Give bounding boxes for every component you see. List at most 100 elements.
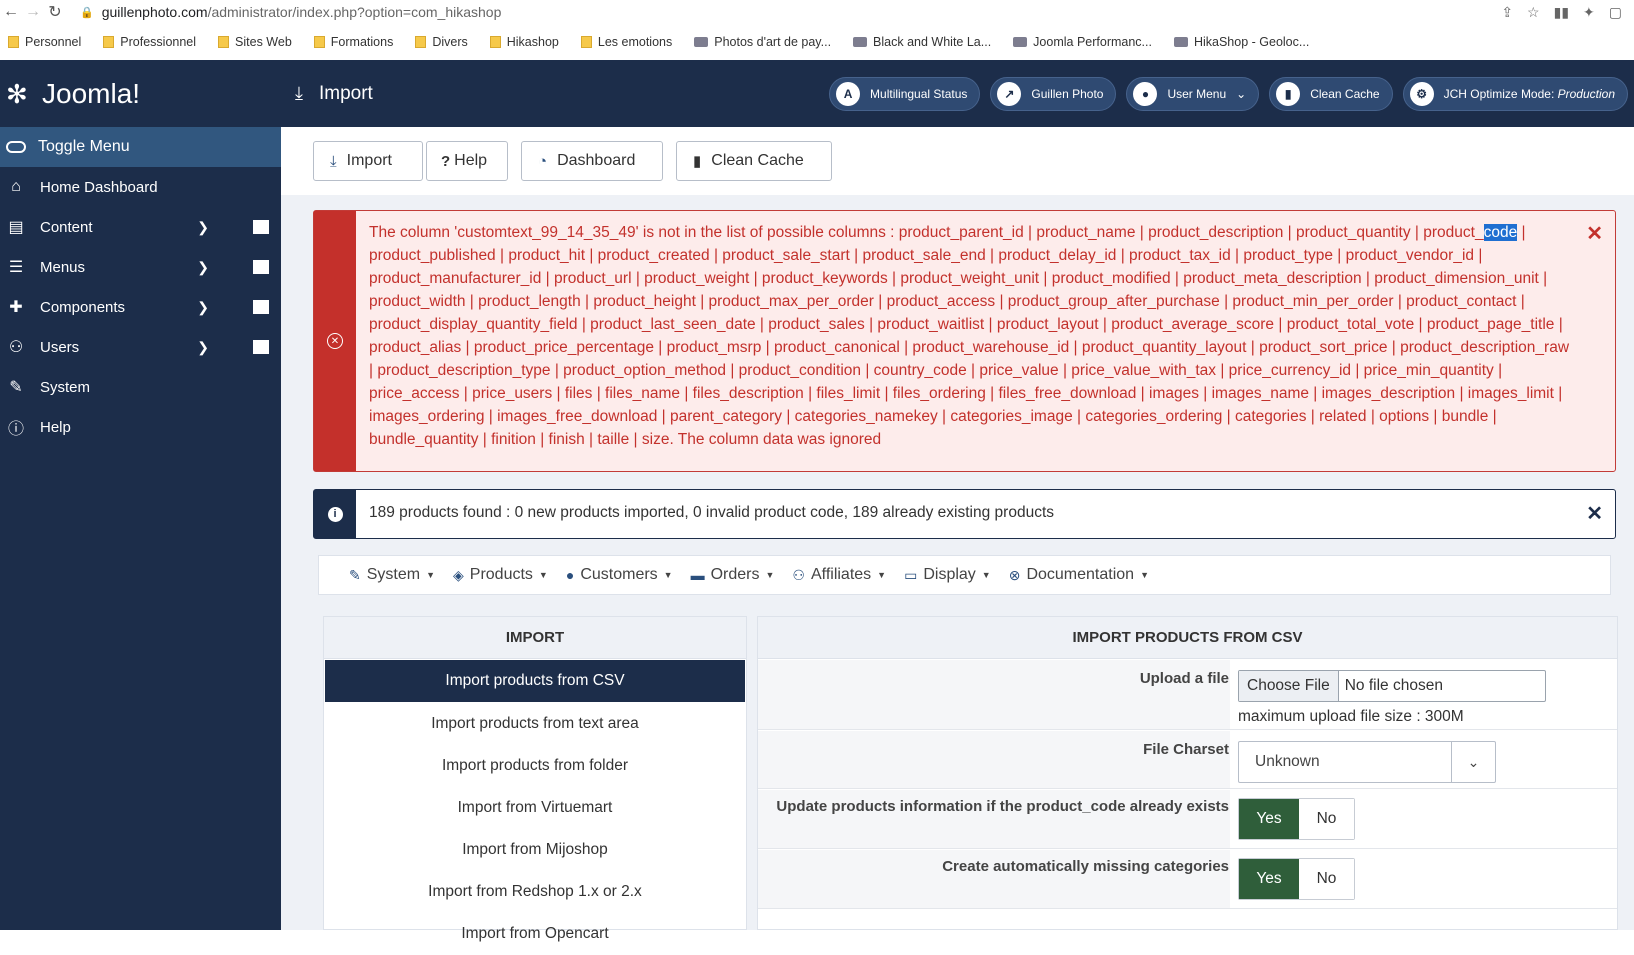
sidebar-item-label: Content: [40, 218, 93, 236]
toggle-menu-button[interactable]: Toggle Menu: [0, 127, 281, 167]
import-option[interactable]: Import products from text area: [324, 703, 746, 745]
close-info-icon[interactable]: ✕: [1586, 501, 1603, 526]
chevron-right-icon[interactable]: ❯: [197, 259, 209, 276]
joomla-logo[interactable]: ✻ Joomla!: [0, 60, 281, 127]
back-icon[interactable]: ←: [0, 3, 22, 21]
question-icon: ?: [441, 152, 451, 170]
clean-cache-button[interactable]: ▮ Clean Cache: [676, 141, 832, 181]
dashboard-icon: ◔: [538, 152, 548, 170]
close-error-icon[interactable]: ✕: [1586, 221, 1603, 246]
sidebar-item-label: Menus: [40, 258, 86, 276]
info-alert: i 189 products found : 0 new products im…: [313, 489, 1616, 539]
import-option[interactable]: Import products from folder: [324, 745, 746, 787]
user-menu-button[interactable]: ● User Menu ⌄: [1126, 76, 1260, 111]
sidebar-item-label: System: [40, 378, 91, 396]
bookmark-item[interactable]: Joomla Performanc...: [1013, 35, 1152, 49]
create-categories-no[interactable]: No: [1299, 859, 1354, 899]
help-label: Help: [454, 152, 488, 169]
star-icon[interactable]: ☆: [1527, 4, 1540, 21]
share-icon[interactable]: ⇪: [1501, 4, 1513, 21]
sidebar-item-components[interactable]: ✚ Components ❯: [0, 287, 281, 327]
sidebar-item-users[interactable]: ⚇ Users ❯: [0, 327, 281, 367]
clean-cache-header-button[interactable]: ▮ Clean Cache: [1269, 76, 1393, 111]
bookmark-item[interactable]: Hikashop: [489, 35, 559, 49]
menu-customers[interactable]: ● Customers ▼: [566, 566, 673, 584]
bookmark-item[interactable]: Formations: [313, 35, 394, 49]
bookmark-label: Hikashop: [506, 35, 559, 49]
import-option[interactable]: Import products from CSV: [325, 660, 745, 702]
extension-icon[interactable]: ▮▮: [1554, 4, 1569, 21]
jch-label: JCH Optimize Mode:: [1443, 86, 1558, 101]
guillen-photo-button[interactable]: ↗ Guillen Photo: [990, 76, 1117, 111]
dashboard-grid-icon[interactable]: [253, 260, 269, 274]
menu-documentation[interactable]: ⊗ Documentation ▼: [1009, 566, 1149, 584]
logo-text: Joomla!: [42, 77, 141, 109]
trash-icon: ▮: [1276, 81, 1301, 106]
update-toggle[interactable]: Yes No: [1238, 798, 1355, 840]
charset-label: File Charset: [1143, 741, 1229, 758]
import-option[interactable]: Import from Virtuemart: [324, 787, 746, 829]
choose-file-button[interactable]: Choose File: [1239, 671, 1339, 701]
folder-icon: [489, 36, 501, 48]
dashboard-grid-icon[interactable]: [253, 340, 269, 354]
caret-down-icon: ▼: [663, 570, 673, 580]
chevron-right-icon[interactable]: ❯: [197, 299, 209, 316]
chevron-right-icon[interactable]: ❯: [197, 219, 209, 236]
folder-icon: [313, 36, 325, 48]
update-yes[interactable]: Yes: [1239, 799, 1299, 839]
bookmark-item[interactable]: Les emotions: [580, 35, 672, 49]
bookmark-item[interactable]: Sites Web: [218, 35, 292, 49]
help-button[interactable]: ? Help: [426, 141, 508, 181]
menu-products[interactable]: ◈ Products ▼: [453, 566, 548, 584]
import-option[interactable]: Import from Opencart: [324, 913, 746, 955]
dashboard-grid-icon[interactable]: [253, 220, 269, 234]
chevron-right-icon[interactable]: ❯: [197, 339, 209, 356]
menu-label: System: [366, 566, 421, 583]
sidebar-item-content[interactable]: ▤ Content ❯: [0, 207, 281, 247]
menu-system[interactable]: ✎ System ▼: [349, 566, 435, 584]
menu-orders[interactable]: ▬ Orders ▼: [691, 566, 775, 584]
file-icon: ▤: [8, 219, 24, 236]
menu-affiliates[interactable]: ⚇ Affiliates ▼: [792, 566, 886, 584]
menu-label: Documentation: [1026, 566, 1135, 583]
bookmark-item[interactable]: Photos d'art de pay...: [694, 35, 831, 49]
list-icon: ☰: [8, 259, 24, 276]
import-button[interactable]: ⤓ Import: [313, 141, 423, 181]
jch-optimize-button[interactable]: ⚙ JCH Optimize Mode: Production: [1402, 76, 1628, 111]
dashboard-grid-icon[interactable]: [253, 300, 269, 314]
bookmark-item[interactable]: Divers: [415, 35, 468, 49]
create-categories-yes[interactable]: Yes: [1239, 859, 1299, 899]
menu-display[interactable]: ▭ Display ▼: [904, 566, 991, 584]
window-icon[interactable]: ▢: [1609, 4, 1622, 21]
bookmark-label: Formations: [330, 35, 394, 49]
bookmark-site-icon: [853, 37, 868, 47]
bookmark-item[interactable]: Personnel: [8, 35, 81, 49]
import-option[interactable]: Import from Redshop 1.x or 2.x: [324, 871, 746, 913]
dashboard-button[interactable]: ◔ Dashboard: [521, 141, 663, 181]
puzzle-icon[interactable]: ✦: [1583, 4, 1595, 21]
file-input[interactable]: Choose File No file chosen: [1238, 670, 1546, 702]
import-option[interactable]: Import from Mijoshop: [324, 829, 746, 871]
sidebar-item-home-dashboard[interactable]: ⌂ Home Dashboard: [0, 167, 281, 207]
create-categories-toggle[interactable]: Yes No: [1238, 858, 1355, 900]
bookmark-item[interactable]: Professionnel: [103, 35, 196, 49]
url-field[interactable]: 🔒 guillenphoto.com/administrator/index.p…: [80, 1, 1230, 23]
orders-icon: ▬: [690, 567, 705, 583]
external-link-icon: ↗: [997, 81, 1022, 106]
charset-select[interactable]: Unknown ⌄: [1238, 741, 1496, 783]
language-icon: A: [836, 81, 861, 106]
sidebar-item-help[interactable]: ⓘ Help: [0, 407, 281, 447]
download-icon: ⤓: [330, 152, 337, 170]
sidebar-item-menus[interactable]: ☰ Menus ❯: [0, 247, 281, 287]
bookmark-item[interactable]: HikaShop - Geoloc...: [1173, 35, 1309, 49]
update-no[interactable]: No: [1299, 799, 1354, 839]
caret-down-icon: ▼: [981, 570, 991, 580]
multilingual-status-label: Multilingual Status: [870, 86, 968, 101]
forward-icon[interactable]: →: [22, 3, 44, 21]
multilingual-status-button[interactable]: A Multilingual Status: [829, 76, 981, 111]
sidebar-item-system[interactable]: ✎ System: [0, 367, 281, 407]
bookmark-item[interactable]: Black and White La...: [853, 35, 991, 49]
sidebar-item-label: Users: [40, 338, 80, 356]
page-title: Import: [318, 82, 373, 104]
reload-icon[interactable]: ↻: [44, 2, 66, 22]
